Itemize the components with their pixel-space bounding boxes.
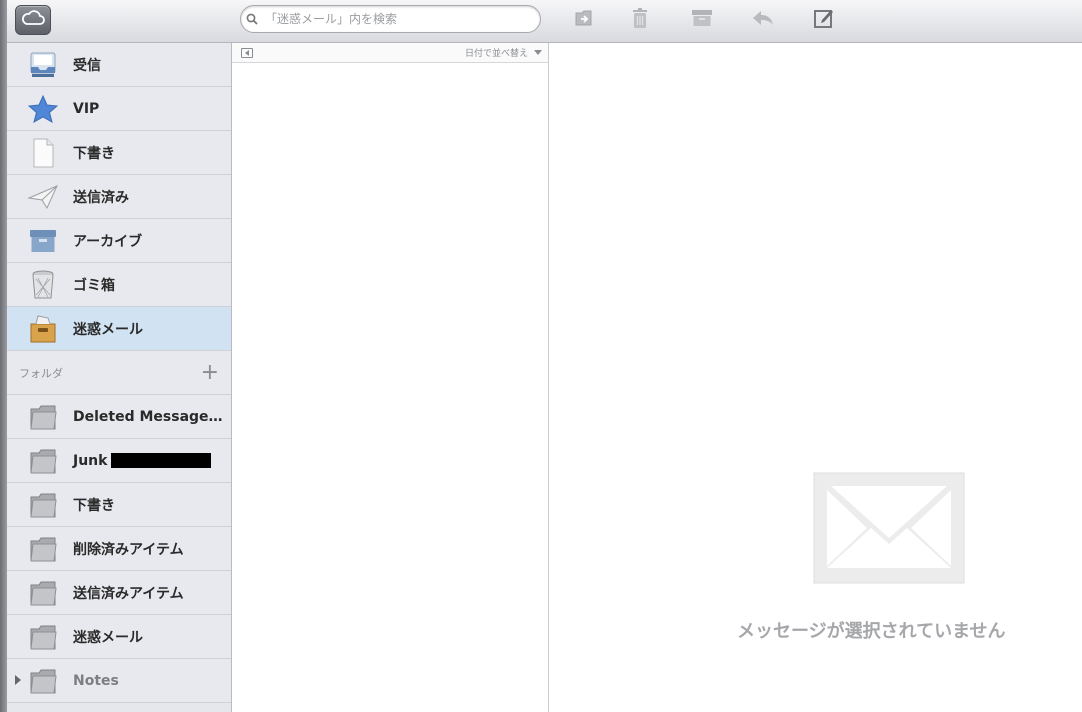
folder-label: 下書き [73,497,115,514]
folder-label: Junk [73,452,212,469]
folder-icon [25,490,61,520]
redaction-bar [111,453,212,468]
message-list-pane: 日付で並べ替え [232,43,549,712]
icloud-button[interactable] [15,5,51,35]
top-toolbar [7,0,1082,43]
folder-junk[interactable]: Junk [7,439,231,483]
mailbox-trash[interactable]: ゴミ箱 [7,263,231,307]
search-field [240,5,541,33]
mailbox-label: アーカイブ [73,233,143,250]
move-to-folder-icon [574,8,596,32]
collapse-arrow-icon [245,50,249,56]
folders-section-title: フォルダ [19,366,63,380]
sort-menu[interactable]: 日付で並べ替え [465,46,542,59]
archive-icon [691,9,713,31]
folder-notes[interactable]: Notes [7,659,231,703]
search-icon [241,13,263,25]
mailbox-vip[interactable]: VIP [7,87,231,131]
message-detail-pane: メッセージが選択されていません [549,43,1082,712]
folder-label: 迷惑メール [73,629,143,646]
no-message-selected-text: メッセージが選択されていません [737,621,1006,642]
reply-button[interactable] [748,8,778,32]
collapse-pane-button[interactable] [241,48,253,58]
sort-label: 日付で並べ替え [464,49,528,59]
compose-icon [813,7,835,33]
cloud-icon [21,10,45,30]
mailbox-label: 受信 [73,57,101,74]
folder-icon [25,578,61,608]
folder-icon [25,402,61,432]
window-left-edge [0,0,7,712]
disclosure-triangle-icon[interactable] [15,675,21,685]
search-input[interactable] [263,12,540,26]
chevron-down-icon [534,50,542,55]
folder-icon [25,666,61,696]
move-to-folder-button[interactable] [570,8,600,32]
trash-button[interactable] [625,8,655,32]
folder-deleted-items[interactable]: 削除済みアイテム [7,527,231,571]
mailbox-label: 迷惑メール [73,321,143,338]
folder-label: Notes [73,672,119,689]
folder-label: Deleted Message… [73,408,223,425]
mailbox-archive[interactable]: アーカイブ [7,219,231,263]
folder-icon [25,622,61,652]
archive-button[interactable] [687,8,717,32]
mailbox-drafts[interactable]: 下書き [7,131,231,175]
mailbox-label: VIP [73,100,100,117]
folder-label: 削除済みアイテム [73,541,184,558]
folder-sent-items[interactable]: 送信済みアイテム [7,571,231,615]
folder-icon [25,534,61,564]
trash-can-icon [25,270,61,300]
folder-icon [25,446,61,476]
archive-box-icon [25,226,61,256]
reply-icon [751,9,775,31]
mailbox-label: 下書き [73,145,115,162]
draft-document-icon [25,138,61,168]
mailbox-label: ゴミ箱 [73,277,115,294]
folder-label-text: Junk [73,452,108,469]
mailbox-inbox[interactable]: 受信 [7,43,231,87]
junk-box-icon [25,314,61,344]
folders-section-header: フォルダ + [7,351,231,395]
mailbox-junk[interactable]: 迷惑メール [7,307,231,351]
mailbox-sidebar: 受信 VIP 下書き 送信済み アーカイブ ゴミ箱 迷惑メール フォルダ + D… [7,43,232,712]
envelope-icon [813,472,965,588]
inbox-icon [25,50,61,80]
folder-deleted-messages[interactable]: Deleted Message… [7,395,231,439]
message-list-header: 日付で並べ替え [232,43,548,63]
paper-plane-icon [25,182,61,212]
folder-drafts[interactable]: 下書き [7,483,231,527]
star-icon [25,94,61,124]
add-folder-button[interactable]: + [201,361,219,384]
mailbox-label: 送信済み [73,189,129,206]
folder-label: 送信済みアイテム [73,585,184,602]
mailbox-sent[interactable]: 送信済み [7,175,231,219]
compose-button[interactable] [809,8,839,32]
folder-junk-mail[interactable]: 迷惑メール [7,615,231,659]
trash-icon [631,7,649,33]
